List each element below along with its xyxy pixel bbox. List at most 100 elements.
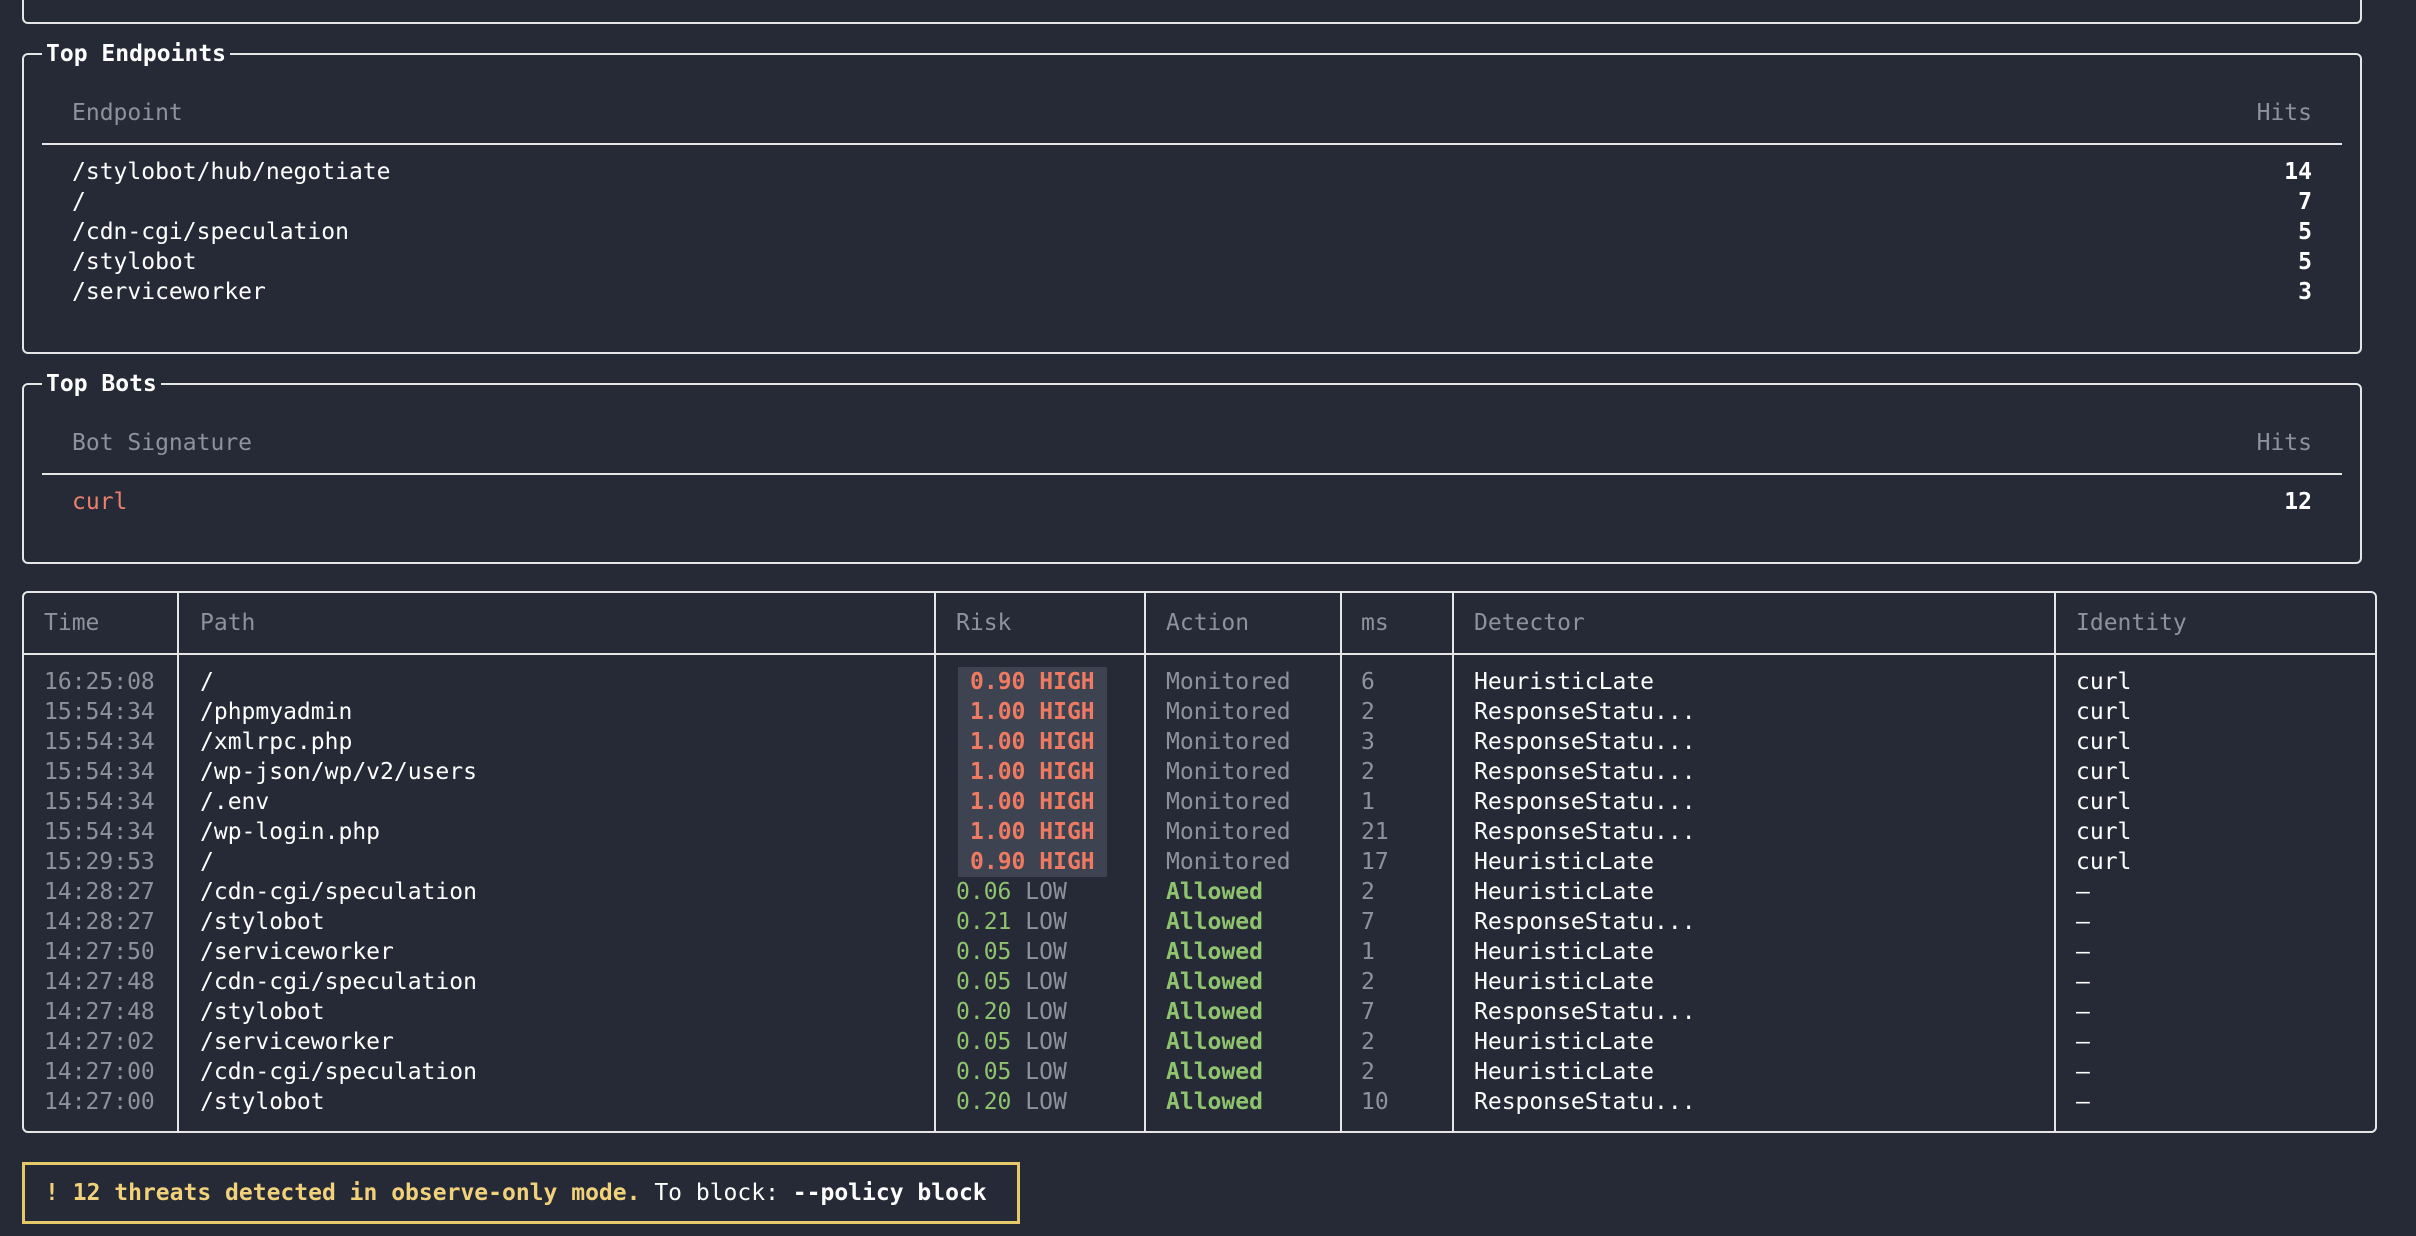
ms-cell: 17 (1361, 849, 1389, 875)
risk-score: 0.05 (956, 969, 1012, 995)
ms-cell: 7 (1361, 999, 1375, 1025)
risk-score: 0.90 (970, 849, 1026, 875)
risk-cell: 1.00 HIGH (958, 697, 1107, 727)
endpoint-path: /stylobot/hub/negotiate (72, 159, 391, 185)
detector-cell: ResponseStatu... (1474, 759, 1696, 785)
risk-score: 1.00 (970, 789, 1026, 815)
identity-cell: curl (2076, 699, 2132, 725)
observe-mode-warning: ! 12 threats detected in observe-only mo… (22, 1162, 1020, 1224)
identity-cell: curl (2076, 789, 2132, 815)
time-cell: 14:27:50 (44, 939, 155, 965)
detector-cell: ResponseStatu... (1474, 789, 1696, 815)
identity-cell: – (2076, 1089, 2090, 1115)
ms-cell: 21 (1361, 819, 1389, 845)
column-divider (177, 593, 179, 1131)
risk-level: LOW (1025, 1089, 1067, 1115)
risk-cell: 0.90 HIGH (958, 667, 1107, 697)
action-column-header: Action (1166, 610, 1250, 636)
bot-hits: 12 (2284, 489, 2312, 515)
risk-level: LOW (1025, 1029, 1067, 1055)
risk-level: LOW (1025, 1059, 1067, 1085)
endpoint-path: /serviceworker (72, 279, 266, 305)
detector-cell: ResponseStatu... (1474, 699, 1696, 725)
risk-score: 1.00 (970, 819, 1026, 845)
path-cell: /wp-login.php (200, 819, 381, 845)
risk-level: LOW (1025, 879, 1067, 905)
header-divider (24, 653, 2375, 655)
ms-cell: 10 (1361, 1089, 1389, 1115)
detector-cell: HeuristicLate (1474, 969, 1655, 995)
bot-signature: curl (72, 489, 128, 515)
endpoint-path: / (72, 189, 86, 215)
column-divider (1452, 593, 1454, 1131)
detector-cell: HeuristicLate (1474, 939, 1655, 965)
warning-message: 12 threats detected in observe-only mode… (72, 1180, 641, 1206)
column-divider (1340, 593, 1342, 1131)
ms-cell: 2 (1361, 699, 1375, 725)
action-cell: Allowed (1166, 879, 1263, 905)
risk-cell: 1.00 HIGH (958, 787, 1107, 817)
time-cell: 14:27:02 (44, 1029, 155, 1055)
risk-level: LOW (1025, 999, 1067, 1025)
warning-bang: ! (45, 1180, 59, 1206)
time-cell: 15:54:34 (44, 759, 155, 785)
risk-level: LOW (1025, 969, 1067, 995)
detector-cell: HeuristicLate (1474, 1059, 1655, 1085)
action-cell: Monitored (1166, 819, 1291, 845)
ms-cell: 6 (1361, 669, 1375, 695)
time-cell: 15:54:34 (44, 699, 155, 725)
risk-level: HIGH (1039, 669, 1095, 695)
column-divider (2054, 593, 2056, 1131)
identity-cell: curl (2076, 669, 2132, 695)
risk-score: 0.05 (956, 1029, 1012, 1055)
endpoint-hits: 5 (2298, 219, 2312, 245)
ms-cell: 1 (1361, 789, 1375, 815)
action-cell: Allowed (1166, 969, 1263, 995)
path-cell: /serviceworker (200, 1029, 394, 1055)
risk-cell: 0.90 HIGH (958, 847, 1107, 877)
detector-cell: HeuristicLate (1474, 669, 1655, 695)
risk-cell: 0.05 LOW (956, 937, 1067, 967)
risk-level: HIGH (1039, 729, 1095, 755)
ms-cell: 2 (1361, 1059, 1375, 1085)
path-cell: / (200, 849, 214, 875)
detector-cell: HeuristicLate (1474, 879, 1655, 905)
endpoint-row: /serviceworker 3 (72, 277, 2312, 307)
previous-panel (22, 0, 2362, 24)
top-bots-panel: Top Bots Bot Signature Hits curl 12 (22, 369, 2362, 564)
risk-cell: 1.00 HIGH (958, 817, 1107, 847)
identity-cell: curl (2076, 819, 2132, 845)
ms-cell: 3 (1361, 729, 1375, 755)
time-cell: 14:27:48 (44, 999, 155, 1025)
warning-hint: To block: (654, 1180, 779, 1206)
bot-row: curl 12 (72, 487, 2312, 517)
time-cell: 15:54:34 (44, 789, 155, 815)
action-cell: Monitored (1166, 699, 1291, 725)
endpoint-hits: 14 (2284, 159, 2312, 185)
risk-cell: 0.05 LOW (956, 1057, 1067, 1087)
endpoint-hits: 5 (2298, 249, 2312, 275)
risk-level: LOW (1025, 909, 1067, 935)
risk-score: 0.20 (956, 1089, 1012, 1115)
policy-flag: --policy block (792, 1180, 987, 1206)
risk-cell: 0.21 LOW (956, 907, 1067, 937)
risk-cell: 0.05 LOW (956, 967, 1067, 997)
risk-score: 1.00 (970, 699, 1026, 725)
action-cell: Allowed (1166, 999, 1263, 1025)
ms-cell: 1 (1361, 939, 1375, 965)
path-column-header: Path (200, 610, 256, 636)
time-cell: 14:27:00 (44, 1059, 155, 1085)
path-cell: /phpmyadmin (200, 699, 353, 725)
ms-cell: 2 (1361, 969, 1375, 995)
bot-signature-column-header: Bot Signature (72, 430, 253, 456)
detector-cell: HeuristicLate (1474, 849, 1655, 875)
risk-score: 0.05 (956, 1059, 1012, 1085)
endpoint-row: /stylobot/hub/negotiate 14 (72, 157, 2312, 187)
identity-cell: – (2076, 969, 2090, 995)
path-cell: /serviceworker (200, 939, 394, 965)
action-cell: Allowed (1166, 909, 1263, 935)
hits-column-header: Hits (2256, 430, 2312, 456)
risk-score: 0.05 (956, 939, 1012, 965)
path-cell: /stylobot (200, 999, 325, 1025)
risk-cell: 0.20 LOW (956, 997, 1067, 1027)
